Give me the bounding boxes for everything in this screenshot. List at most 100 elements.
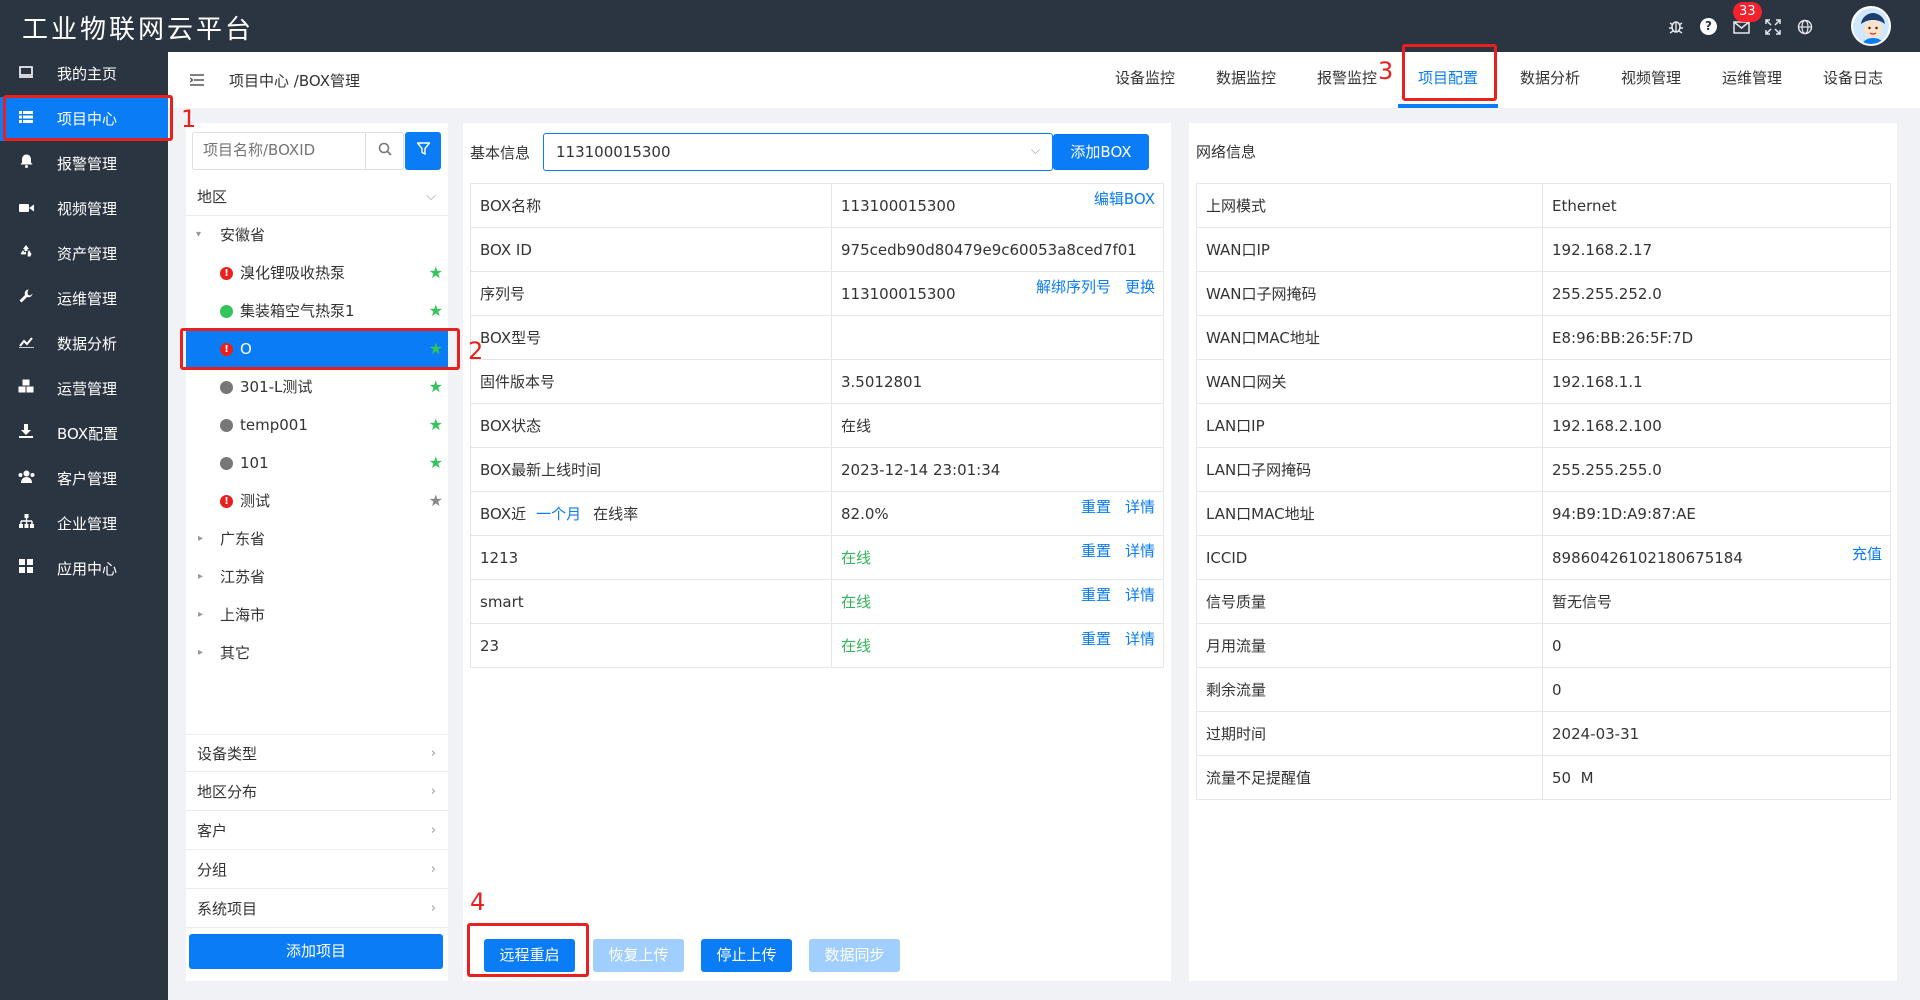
section-label: 分组 bbox=[197, 861, 228, 879]
tab-data-analysis[interactable]: 数据分析 bbox=[1509, 52, 1591, 108]
sidebar-item-operation[interactable]: 运营管理 bbox=[0, 367, 168, 411]
sidebar-item-label: 应用中心 bbox=[57, 560, 118, 578]
user-avatar[interactable] bbox=[1851, 6, 1891, 46]
tree-project-selected[interactable]: ! O ★ bbox=[186, 330, 448, 368]
online-rate-prefix: BOX近 bbox=[480, 505, 527, 523]
mail-icon[interactable] bbox=[1733, 20, 1750, 38]
reset-link[interactable]: 重置 bbox=[1081, 498, 1111, 516]
tree-province[interactable]: ▸ 江苏省 bbox=[186, 558, 448, 596]
tree-project[interactable]: 集装箱空气热泵1 ★ bbox=[186, 292, 448, 330]
tree-project[interactable]: ! 测试 ★ bbox=[186, 482, 448, 520]
tab-maintenance-manage[interactable]: 运维管理 bbox=[1711, 52, 1793, 108]
section-device-type[interactable]: 设备类型 › bbox=[186, 734, 448, 772]
net-label: 信号质量 bbox=[1196, 579, 1543, 624]
tree-province[interactable]: ▸ 其它 bbox=[186, 634, 448, 672]
tree-province-label: 广东省 bbox=[220, 530, 266, 548]
box-select-value: 113100015300 bbox=[556, 143, 671, 161]
table-row: 上网模式 Ethernet bbox=[1196, 183, 1891, 228]
stop-upload-button[interactable]: 停止上传 bbox=[701, 939, 792, 972]
section-group[interactable]: 分组 › bbox=[186, 851, 448, 889]
sidebar-item-alarm[interactable]: 报警管理 bbox=[0, 142, 168, 186]
net-label: WAN口IP bbox=[1196, 227, 1543, 272]
net-value: 89860426102180675184 bbox=[1552, 548, 1743, 567]
sidebar-item-app-center[interactable]: 应用中心 bbox=[0, 547, 168, 591]
table-row: BOX ID 975cedb90d80479e9c60053a8ced7f01 bbox=[470, 227, 1164, 272]
reset-link[interactable]: 重置 bbox=[1081, 542, 1111, 560]
sidebar-item-project-center[interactable]: 项目中心 bbox=[0, 97, 168, 141]
replace-serial-link[interactable]: 更换 bbox=[1125, 278, 1155, 296]
star-icon[interactable]: ★ bbox=[429, 330, 443, 368]
add-project-button[interactable]: 添加项目 bbox=[189, 934, 443, 969]
sidebar-item-asset[interactable]: 资产管理 bbox=[0, 232, 168, 276]
table-row: WAN口子网掩码 255.255.252.0 bbox=[1196, 271, 1891, 316]
tree-province-anhui[interactable]: ▾ 安徽省 bbox=[186, 216, 448, 254]
tree-project-label: 集装箱空气热泵1 bbox=[240, 302, 355, 320]
data-sync-button[interactable]: 数据同步 bbox=[809, 939, 900, 972]
box-select[interactable]: 113100015300 ⌵ bbox=[543, 133, 1053, 171]
tab-alarm-monitor[interactable]: 报警监控 bbox=[1306, 52, 1388, 108]
cubes-icon bbox=[17, 367, 35, 411]
details-link[interactable]: 详情 bbox=[1125, 630, 1155, 648]
star-icon[interactable]: ★ bbox=[429, 482, 443, 520]
channel-name: 23 bbox=[470, 623, 832, 668]
resume-upload-button[interactable]: 恢复上传 bbox=[593, 939, 684, 972]
tree-project[interactable]: 101 ★ bbox=[186, 444, 448, 482]
tab-device-log[interactable]: 设备日志 bbox=[1812, 52, 1894, 108]
sidebar-item-maintenance[interactable]: 运维管理 bbox=[0, 277, 168, 321]
period-select-link[interactable]: 一个月 bbox=[536, 505, 581, 523]
tree-project[interactable]: temp001 ★ bbox=[186, 406, 448, 444]
recharge-link[interactable]: 充值 bbox=[1852, 545, 1882, 563]
star-icon[interactable]: ★ bbox=[429, 406, 443, 444]
search-button[interactable] bbox=[365, 133, 403, 169]
reset-link[interactable]: 重置 bbox=[1081, 586, 1111, 604]
star-icon[interactable]: ★ bbox=[429, 292, 443, 330]
tree-project[interactable]: ! 溴化锂吸收热泵 ★ bbox=[186, 254, 448, 292]
help-icon[interactable]: ? bbox=[1700, 18, 1717, 35]
details-link[interactable]: 详情 bbox=[1125, 542, 1155, 560]
tab-project-config[interactable]: 项目配置 bbox=[1398, 52, 1498, 108]
unbind-serial-link[interactable]: 解绑序列号 bbox=[1036, 278, 1111, 296]
details-link[interactable]: 详情 bbox=[1125, 498, 1155, 516]
remote-restart-button[interactable]: 远程重启 bbox=[484, 939, 575, 972]
traffic-alert-label[interactable]: 流量不足提醒值 bbox=[1196, 755, 1543, 800]
sidebar-item-label: 资产管理 bbox=[57, 245, 118, 263]
sidebar-item-enterprise[interactable]: 企业管理 bbox=[0, 502, 168, 546]
sidebar-item-video[interactable]: 视频管理 bbox=[0, 187, 168, 231]
tab-video-manage[interactable]: 视频管理 bbox=[1610, 52, 1692, 108]
tree-project[interactable]: 301-L测试 ★ bbox=[186, 368, 448, 406]
add-box-button[interactable]: 添加BOX bbox=[1053, 134, 1149, 170]
tree-province[interactable]: ▸ 广东省 bbox=[186, 520, 448, 558]
filter-button[interactable] bbox=[405, 132, 441, 170]
box-basic-info-panel: 基本信息 113100015300 ⌵ 添加BOX BOX名称 11310001… bbox=[463, 123, 1171, 981]
search-input[interactable] bbox=[203, 141, 363, 159]
tree-province[interactable]: ▸ 上海市 bbox=[186, 596, 448, 634]
box-name-label: BOX名称 bbox=[470, 183, 832, 228]
tree-province-label: 上海市 bbox=[220, 606, 266, 624]
net-value: 0 bbox=[1542, 623, 1891, 668]
sidebar-item-home[interactable]: 我的主页 bbox=[0, 52, 168, 96]
reset-link[interactable]: 重置 bbox=[1081, 630, 1111, 648]
section-system-project[interactable]: 系统项目 › bbox=[186, 890, 448, 928]
sidebar-item-analysis[interactable]: 数据分析 bbox=[0, 322, 168, 366]
box-model-value bbox=[831, 315, 1164, 360]
menu-toggle-icon[interactable] bbox=[189, 71, 204, 90]
globe-icon[interactable] bbox=[1797, 19, 1813, 39]
bug-icon[interactable] bbox=[1667, 17, 1685, 35]
sidebar-item-box-config[interactable]: BOX配置 bbox=[0, 412, 168, 456]
tab-data-monitor[interactable]: 数据监控 bbox=[1205, 52, 1287, 108]
sidebar-item-customer[interactable]: 客户管理 bbox=[0, 457, 168, 501]
box-model-label: BOX型号 bbox=[470, 315, 832, 360]
edit-box-link[interactable]: 编辑BOX bbox=[1094, 190, 1155, 208]
filter-icon bbox=[415, 142, 431, 156]
region-section-header[interactable]: 地区 ⌵ bbox=[186, 178, 448, 216]
section-customer[interactable]: 客户 › bbox=[186, 812, 448, 850]
download-icon bbox=[17, 412, 35, 456]
section-region-distribution[interactable]: 地区分布 › bbox=[186, 773, 448, 811]
star-icon[interactable]: ★ bbox=[429, 368, 443, 406]
fullscreen-icon[interactable] bbox=[1765, 19, 1781, 39]
traffic-alert-value[interactable]: 50 M bbox=[1542, 755, 1891, 800]
star-icon[interactable]: ★ bbox=[429, 254, 443, 292]
tab-device-monitor[interactable]: 设备监控 bbox=[1104, 52, 1186, 108]
star-icon[interactable]: ★ bbox=[429, 444, 443, 482]
details-link[interactable]: 详情 bbox=[1125, 586, 1155, 604]
